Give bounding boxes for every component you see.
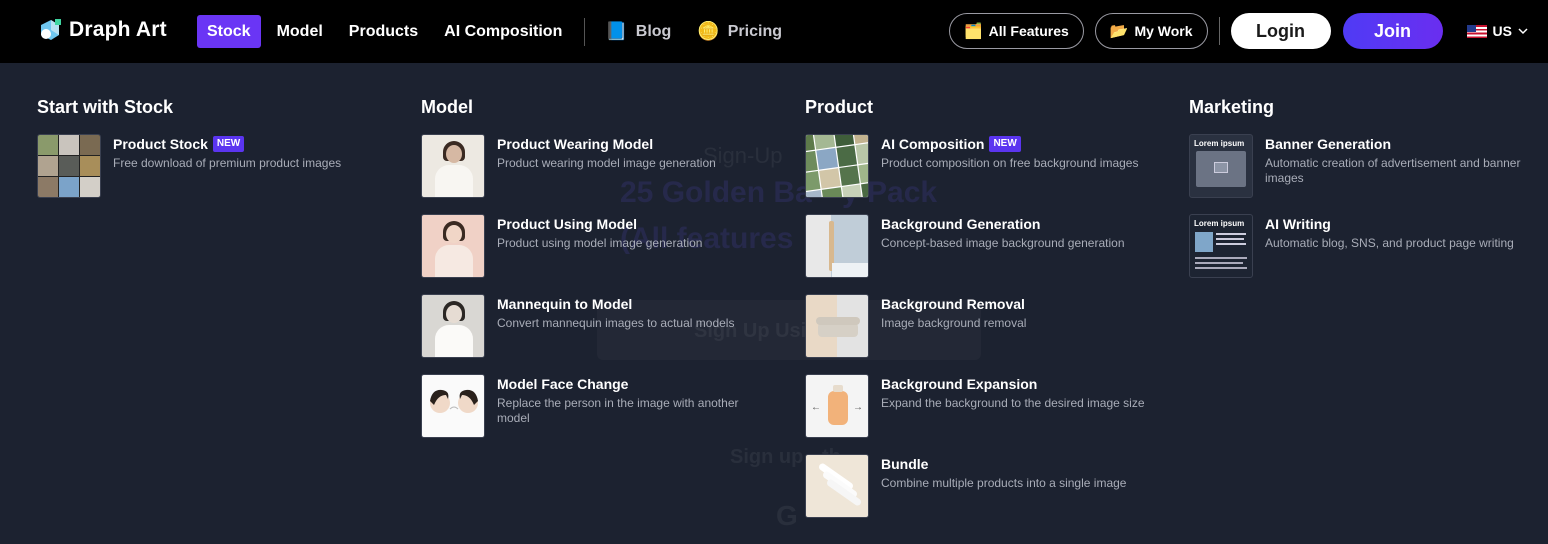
- my-work-button[interactable]: 📂 My Work: [1094, 13, 1208, 49]
- us-flag-icon: [1466, 24, 1487, 38]
- column-title: Model: [421, 97, 473, 117]
- face-change-thumbnail: [421, 374, 485, 438]
- bundle-thumbnail: [805, 454, 869, 518]
- menu-column-product: Product AI Composition NEW Product compo…: [805, 96, 1165, 518]
- menu-item-title: Mannequin to Model: [497, 295, 633, 312]
- language-selector[interactable]: US: [1466, 23, 1528, 39]
- book-icon: 📘: [605, 21, 628, 41]
- login-button[interactable]: Login: [1230, 13, 1331, 49]
- chevron-down-icon: [1518, 28, 1528, 35]
- menu-item-desc: Image background removal: [881, 316, 1027, 330]
- menu-column-stock: Start with Stock Product Stock NEW Free …: [37, 96, 397, 198]
- background-expansion-thumbnail: ← →: [805, 374, 869, 438]
- language-label: US: [1492, 23, 1512, 39]
- menu-item-title: AI Composition NEW: [881, 135, 1151, 152]
- main-nav: Stock Model Products AI Composition 📘 Bl…: [197, 15, 798, 48]
- menu-item-desc: Product composition on free background i…: [881, 156, 1139, 170]
- menu-item-bundle[interactable]: Bundle Combine multiple products into a …: [805, 454, 1165, 518]
- using-model-thumbnail: [421, 214, 485, 278]
- menu-item-desc: Automatic blog, SNS, and product page wr…: [1265, 236, 1514, 250]
- draph-logo-icon: [37, 17, 63, 43]
- column-title: Marketing: [1189, 97, 1275, 117]
- all-features-button[interactable]: 🗂️ All Features: [948, 13, 1084, 49]
- coin-icon: 🪙: [697, 21, 720, 41]
- menu-item-title: Model Face Change: [497, 375, 629, 392]
- nav-divider: [584, 17, 586, 46]
- bg-signup-with: Sign up: [730, 446, 804, 468]
- background-generation-thumbnail: [805, 214, 869, 278]
- menu-item-title: Bundle: [881, 455, 929, 472]
- menu-item-desc: Automatic creation of advertisement and …: [1265, 156, 1521, 185]
- menu-item-desc: Combine multiple products into a single …: [881, 476, 1127, 490]
- join-button[interactable]: Join: [1342, 13, 1443, 49]
- ai-composition-thumbnail: [805, 134, 869, 198]
- menu-item-desc: Free download of premium product images: [113, 156, 342, 170]
- top-navigation-bar: Draph Art Stock Model Products AI Compos…: [0, 0, 1548, 63]
- menu-item-desc: Replace the person in the image with ano…: [497, 396, 739, 425]
- menu-column-model: Model Product Wearing Model Product wear…: [421, 96, 781, 438]
- wearing-model-thumbnail: [421, 134, 485, 198]
- menu-item-desc: Product wearing model image generation: [497, 156, 716, 170]
- menu-item-title: Background Expansion: [881, 375, 1038, 392]
- menu-item-product-wearing-model[interactable]: Product Wearing Model Product wearing mo…: [421, 134, 781, 198]
- nav-pricing-label: Pricing: [727, 23, 782, 40]
- menu-item-mannequin-to-model[interactable]: Mannequin to Model Convert mannequin ima…: [421, 294, 781, 358]
- menu-item-title: Banner Generation: [1265, 135, 1392, 152]
- menu-item-background-expansion[interactable]: ← → Background Expansion Expand the back…: [805, 374, 1165, 438]
- nav-ai-composition[interactable]: AI Composition: [434, 15, 572, 48]
- menu-item-ai-composition[interactable]: AI Composition NEW Product composition o…: [805, 134, 1165, 198]
- menu-item-desc: Convert mannequin images to actual model…: [497, 316, 735, 330]
- brand-name: Draph Art: [69, 18, 167, 41]
- menu-item-product-stock[interactable]: Product Stock NEW Free download of premi…: [37, 134, 397, 198]
- nav-blog-label: Blog: [635, 23, 672, 40]
- my-work-label: My Work: [1134, 23, 1193, 39]
- all-features-label: All Features: [988, 23, 1069, 39]
- background-removal-thumbnail: [805, 294, 869, 358]
- menu-item-desc: Concept-based image background generatio…: [881, 236, 1125, 250]
- bg-google-icon: G: [776, 500, 798, 531]
- menu-item-background-removal[interactable]: Background Removal Image background remo…: [805, 294, 1165, 358]
- column-title: Product: [805, 97, 874, 117]
- new-badge: NEW: [989, 135, 1021, 152]
- menu-item-desc: Expand the background to the desired ima…: [881, 396, 1145, 410]
- folder-icon: 📂: [1109, 23, 1129, 40]
- menu-item-banner-generation[interactable]: Lorem ipsum Banner Generation Automatic …: [1189, 134, 1548, 198]
- nav-products[interactable]: Products: [339, 15, 428, 48]
- column-title: Start with Stock: [37, 97, 174, 117]
- nav-stock[interactable]: Stock: [197, 15, 261, 48]
- brand-logo[interactable]: Draph Art: [37, 17, 167, 43]
- menu-item-background-generation[interactable]: Background Generation Concept-based imag…: [805, 214, 1165, 278]
- menu-item-title: Product Stock NEW: [113, 135, 383, 152]
- nav-blog[interactable]: 📘 Blog: [595, 15, 681, 48]
- ai-writing-thumbnail: Lorem ipsum: [1189, 214, 1253, 278]
- banner-generation-thumbnail: Lorem ipsum: [1189, 134, 1253, 198]
- nav-model[interactable]: Model: [267, 15, 333, 48]
- header-actions: 🗂️ All Features 📂 My Work Login Join US: [948, 13, 1528, 49]
- menu-item-title: Product Using Model: [497, 215, 637, 232]
- mannequin-thumbnail: [421, 294, 485, 358]
- menu-item-model-face-change[interactable]: Model Face Change Replace the person in …: [421, 374, 781, 438]
- menu-column-marketing: Marketing Lorem ipsum Banner Generation …: [1189, 96, 1548, 278]
- menu-item-ai-writing[interactable]: Lorem ipsum AI Writing Automatic blog, S…: [1189, 214, 1548, 278]
- header-divider: [1218, 17, 1220, 45]
- menu-item-product-using-model[interactable]: Product Using Model Product using model …: [421, 214, 781, 278]
- nav-pricing[interactable]: 🪙 Pricing: [687, 15, 792, 48]
- menu-item-title: Background Generation: [881, 215, 1041, 232]
- new-badge: NEW: [212, 135, 245, 152]
- menu-item-title: Background Removal: [881, 295, 1025, 312]
- menu-item-desc: Product using model image generation: [497, 236, 703, 250]
- product-stock-thumbnail: [37, 134, 101, 198]
- cards-icon: 🗂️: [963, 23, 983, 40]
- menu-item-title: AI Writing: [1265, 215, 1331, 232]
- menu-item-title: Product Wearing Model: [497, 135, 654, 152]
